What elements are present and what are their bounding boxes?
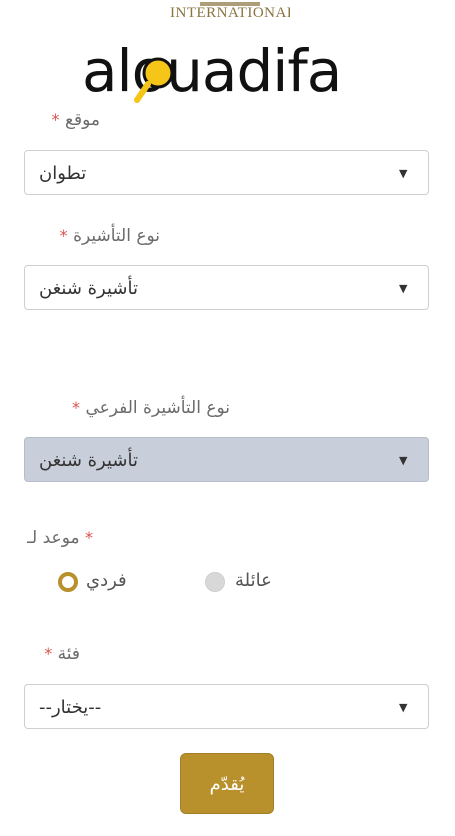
watermark: alouadifa xyxy=(82,36,422,106)
triangle-down-icon: ▼ xyxy=(399,701,408,714)
magnifier-icon xyxy=(134,57,174,103)
visa-type-select-value: تأشيرة شنغن xyxy=(39,278,138,299)
radio-individual-label: فردي xyxy=(86,570,127,591)
location-select[interactable]: تطوان ▼ xyxy=(24,150,429,195)
visa-subtype-label: نوع التأشيرة الفرعي * xyxy=(0,398,455,418)
category-label: فئة * xyxy=(0,644,455,664)
category-select-value: --يختار-- xyxy=(39,697,102,718)
submit-button[interactable]: يُقدّم xyxy=(180,753,274,814)
radio-selected-icon xyxy=(58,572,78,592)
category-select[interactable]: --يختار-- ▼ xyxy=(24,684,429,729)
visa-type-label: نوع التأشيرة * xyxy=(0,226,455,246)
required-mark: * xyxy=(51,110,60,129)
triangle-down-icon: ▼ xyxy=(399,167,408,180)
appointment-for-label: * موعد لـ xyxy=(0,528,455,548)
required-mark: * xyxy=(44,644,53,663)
triangle-down-icon: ▼ xyxy=(399,454,408,467)
radio-individual[interactable]: فردي xyxy=(58,570,138,594)
watermark-text: alouadifa xyxy=(82,37,342,105)
appointment-for-label-text: موعد لـ xyxy=(27,528,80,548)
brand-logo-bar xyxy=(200,2,260,6)
visa-type-label-text: نوع التأشيرة xyxy=(73,226,160,246)
location-label-text: موقع xyxy=(64,110,100,130)
visa-type-select[interactable]: تأشيرة شنغن ▼ xyxy=(24,265,429,310)
location-select-value: تطوان xyxy=(39,163,87,184)
location-label: موقع * xyxy=(0,110,455,130)
triangle-down-icon: ▼ xyxy=(399,282,408,295)
radio-family[interactable]: عائلة xyxy=(205,570,285,594)
brand-logo: INTERNATIONAL xyxy=(170,0,290,24)
required-mark: * xyxy=(85,528,93,547)
brand-logo-text: INTERNATIONAL xyxy=(170,5,290,21)
category-label-text: فئة xyxy=(57,644,80,664)
visa-subtype-select[interactable]: تأشيرة شنغن ▼ xyxy=(24,437,429,482)
radio-family-label: عائلة xyxy=(235,570,272,591)
visa-subtype-label-text: نوع التأشيرة الفرعي xyxy=(85,398,230,418)
radio-unselected-icon xyxy=(205,572,225,592)
required-mark: * xyxy=(72,398,81,417)
required-mark: * xyxy=(59,226,68,245)
visa-subtype-select-value: تأشيرة شنغن xyxy=(39,450,138,471)
